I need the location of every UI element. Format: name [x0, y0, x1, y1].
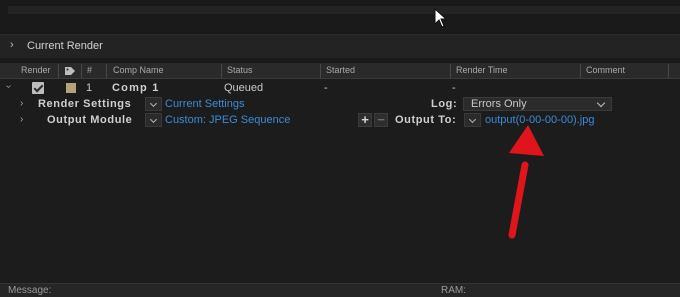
column-number[interactable]: #: [87, 65, 92, 75]
log-select-value: Errors Only: [471, 98, 527, 110]
queue-column-header: Render # Comp Name Status Started Render…: [0, 63, 680, 79]
column-divider[interactable]: [221, 64, 222, 78]
render-settings-value-link[interactable]: Current Settings: [165, 98, 244, 110]
queue-item-number: 1: [86, 82, 93, 94]
queue-item-started: -: [324, 82, 328, 94]
annotation-arrow-icon: [508, 125, 544, 239]
column-divider[interactable]: [81, 64, 82, 78]
output-module-row: › Output Module Custom: JPEG Sequence + …: [0, 112, 680, 128]
mouse-pointer-icon: [434, 8, 448, 28]
top-strip: [0, 0, 680, 34]
chevron-right-icon[interactable]: ›: [20, 114, 23, 125]
column-divider[interactable]: [580, 64, 581, 78]
section-title: Current Render: [27, 40, 103, 52]
column-divider[interactable]: [320, 64, 321, 78]
add-output-module-button[interactable]: +: [358, 113, 372, 127]
render-settings-label: Render Settings: [38, 98, 132, 110]
queue-item-status: Queued: [224, 82, 264, 94]
column-started[interactable]: Started: [326, 65, 355, 75]
message-label: Message:: [8, 285, 52, 296]
label-color-swatch[interactable]: [66, 83, 76, 93]
column-render[interactable]: Render: [21, 65, 51, 75]
render-checkbox[interactable]: [32, 82, 44, 94]
log-select[interactable]: Errors Only: [463, 97, 612, 111]
column-divider[interactable]: [58, 64, 59, 78]
output-module-dropdown-arrow[interactable]: [145, 113, 162, 127]
column-render-time[interactable]: Render Time: [456, 65, 508, 75]
output-to-dropdown-arrow[interactable]: [464, 113, 481, 127]
queue-item-render-time: -: [452, 82, 456, 94]
remove-output-module-button[interactable]: −: [374, 113, 388, 127]
current-render-header[interactable]: › Current Render: [0, 34, 680, 58]
column-divider[interactable]: [106, 64, 107, 78]
ram-label: RAM:: [441, 285, 466, 296]
chevron-right-icon[interactable]: ›: [10, 39, 14, 51]
label-tag-icon[interactable]: [64, 66, 76, 76]
status-footer: Message: RAM:: [0, 283, 680, 297]
column-comment[interactable]: Comment: [586, 65, 625, 75]
top-scroll-bar[interactable]: [8, 6, 680, 14]
output-module-label: Output Module: [47, 114, 133, 126]
render-settings-row: › Render Settings Current Settings Log: …: [0, 96, 680, 112]
expand-chevron-icon[interactable]: ›: [3, 85, 14, 88]
column-comp-name[interactable]: Comp Name: [113, 65, 164, 75]
column-divider[interactable]: [450, 64, 451, 78]
log-label: Log:: [431, 98, 458, 110]
queue-item-row[interactable]: › 1 Comp 1 Queued - -: [0, 80, 680, 96]
queue-item-comp-name[interactable]: Comp 1: [112, 82, 160, 94]
render-settings-dropdown-arrow[interactable]: [145, 97, 162, 111]
column-divider[interactable]: [668, 64, 669, 78]
output-to-label: Output To:: [395, 114, 457, 126]
output-module-value-link[interactable]: Custom: JPEG Sequence: [165, 114, 290, 126]
column-status[interactable]: Status: [227, 65, 253, 75]
chevron-right-icon[interactable]: ›: [20, 98, 23, 109]
